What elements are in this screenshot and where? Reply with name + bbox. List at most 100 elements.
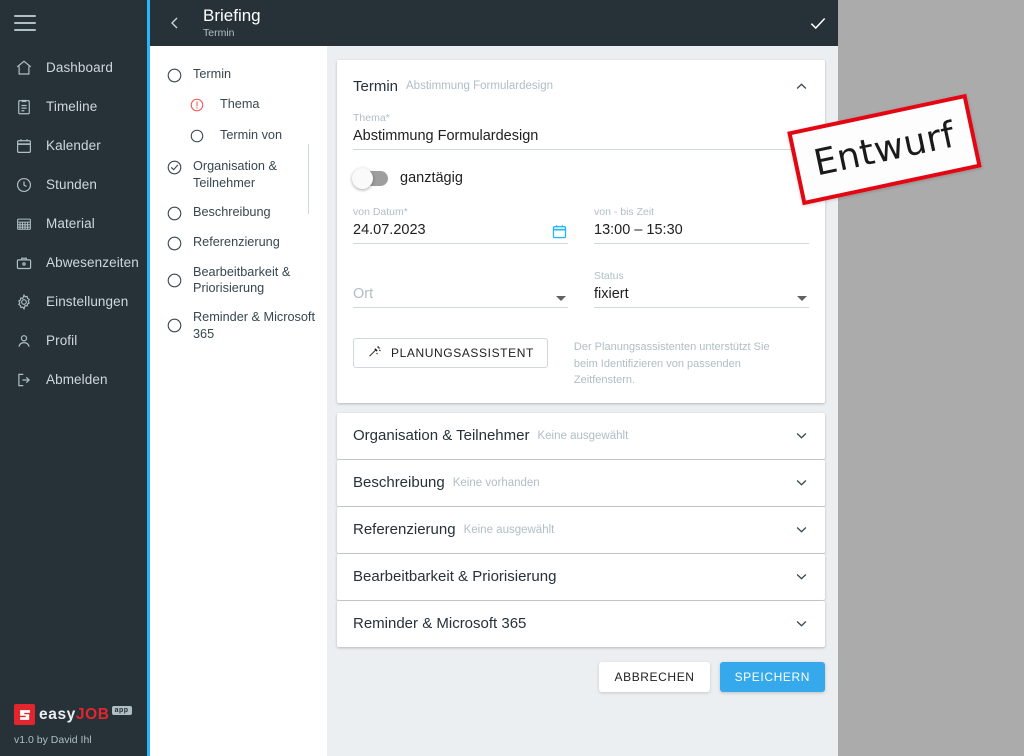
termin-card-title: Termin	[353, 77, 399, 95]
ort-select[interactable]: Ort	[353, 286, 568, 308]
thema-field[interactable]: Thema* Abstimmung Formulardesign	[353, 112, 809, 152]
ganztaegig-toggle[interactable]	[352, 167, 388, 189]
thema-input[interactable]: Abstimmung Formulardesign	[353, 128, 809, 150]
error-circle-icon	[189, 97, 206, 114]
circle-empty-icon	[189, 128, 206, 145]
planungsassistent-help-text: Der Planungsassistenten unterstützt Sie …	[573, 341, 770, 386]
sidebar-item-timeline[interactable]: Timeline	[0, 87, 147, 126]
stepper-item-bearbeitbarkeit[interactable]: Bearbeitbarkeit & Priorisierung	[166, 264, 317, 298]
section-title: Organisation & Teilnehmer	[353, 427, 530, 444]
section-title: Reminder & Microsoft 365	[353, 615, 527, 632]
stepper-item-label: Beschreibung	[193, 204, 271, 219]
stepper-item-referenzierung[interactable]: Referenzierung	[166, 234, 317, 252]
hamburger-icon[interactable]	[14, 15, 36, 31]
status-field[interactable]: Status fixiert	[594, 270, 809, 310]
chevron-up-icon[interactable]	[794, 79, 809, 94]
ort-field[interactable]: Ort	[353, 270, 568, 310]
stepper-item-termin[interactable]: Termin	[166, 66, 317, 84]
von-datum-input[interactable]: 24.07.2023	[353, 222, 568, 244]
stepper-item-label: Thema	[220, 97, 260, 111]
sidebar: Dashboard Timeline Kalender Stunden Mate…	[0, 0, 147, 756]
section-header[interactable]: Referenzierung Keine ausgewählt	[337, 507, 825, 553]
section-reminder[interactable]: Reminder & Microsoft 365	[337, 600, 825, 647]
sidebar-item-profil[interactable]: Profil	[0, 321, 147, 360]
circle-empty-icon	[166, 205, 183, 222]
von-datum-field[interactable]: von Datum* 24.07.2023	[353, 206, 568, 246]
check-icon[interactable]	[808, 13, 828, 33]
stepper-item-organisation[interactable]: Organisation & Teilnehmer	[166, 158, 317, 192]
section-hint: Keine vorhanden	[452, 476, 540, 489]
status-select[interactable]: fixiert	[594, 286, 809, 308]
section-header[interactable]: Reminder & Microsoft 365	[337, 601, 825, 647]
ganztaegig-label: ganztägig	[400, 170, 463, 186]
termin-card-subtitle: Abstimmung Formulardesign	[406, 80, 554, 92]
stepper-item-label: Referenzierung	[193, 234, 280, 249]
termin-card: Termin Abstimmung Formulardesign Thema* …	[337, 60, 825, 403]
section-hint: Keine ausgewählt	[537, 429, 629, 442]
section-header[interactable]: Beschreibung Keine vorhanden	[337, 460, 825, 506]
entwurf-stamp-text: Entwurf	[810, 114, 959, 185]
termin-card-header[interactable]: Termin Abstimmung Formulardesign	[353, 60, 809, 112]
stepper-item-termin-von[interactable]: Termin von	[166, 127, 317, 145]
von-bis-zeit-label: von - bis Zeit	[594, 206, 655, 218]
section-bearbeitbarkeit[interactable]: Bearbeitbarkeit & Priorisierung	[337, 553, 825, 600]
chevron-down-icon[interactable]	[794, 616, 809, 631]
logout-icon	[14, 370, 33, 389]
cancel-button[interactable]: ABBRECHEN	[599, 661, 710, 692]
sidebar-footer: easyJOB app v1.0 by David Ihl	[0, 704, 147, 756]
page-title: Briefing	[203, 5, 261, 25]
chevron-down-icon[interactable]	[794, 522, 809, 537]
sidebar-item-abmelden[interactable]: Abmelden	[0, 360, 147, 399]
chevron-down-icon[interactable]	[794, 428, 809, 443]
chevron-down-icon[interactable]	[797, 296, 807, 301]
sidebar-item-label: Stunden	[46, 177, 97, 192]
logo-easy: easy	[39, 705, 76, 723]
stepper-item-beschreibung[interactable]: Beschreibung	[166, 204, 317, 222]
section-header[interactable]: Organisation & Teilnehmer Keine ausgewäh…	[337, 413, 825, 459]
save-button[interactable]: SPEICHERN	[719, 661, 825, 692]
chevron-left-icon[interactable]	[167, 15, 183, 31]
stepper-item-label: Termin von	[220, 128, 283, 142]
chevron-down-icon[interactable]	[794, 569, 809, 584]
planungsassistent-button[interactable]: PLANUNGSASSISTENT	[353, 338, 548, 368]
ort-status-row: Ort Status fixiert	[353, 270, 809, 310]
app-viewport: Dashboard Timeline Kalender Stunden Mate…	[0, 0, 838, 756]
section-title: Beschreibung	[353, 474, 445, 491]
easyjob-logo-icon	[14, 704, 35, 725]
chevron-down-icon[interactable]	[794, 475, 809, 490]
stepper-item-label: Bearbeitbarkeit & Priorisierung	[193, 264, 291, 296]
ganztaegig-row[interactable]: ganztägig	[352, 167, 809, 189]
home-icon	[14, 58, 33, 77]
topbar-titles: Briefing Termin	[203, 5, 261, 39]
form-actions: ABBRECHEN SPEICHERN	[337, 661, 825, 692]
sidebar-item-stunden[interactable]: Stunden	[0, 165, 147, 204]
circle-empty-icon	[166, 317, 183, 334]
circle-empty-icon	[166, 272, 183, 289]
stepper-item-label: Reminder & Microsoft 365	[193, 310, 315, 341]
sidebar-item-label: Material	[46, 216, 95, 231]
circle-empty-icon	[166, 235, 183, 252]
stepper-item-label: Termin	[193, 67, 232, 81]
section-beschreibung[interactable]: Beschreibung Keine vorhanden	[337, 459, 825, 506]
section-header[interactable]: Bearbeitbarkeit & Priorisierung	[337, 554, 825, 600]
stepper-item-reminder[interactable]: Reminder & Microsoft 365	[166, 309, 317, 343]
chevron-down-icon[interactable]	[556, 296, 566, 301]
sidebar-item-einstellungen[interactable]: Einstellungen	[0, 282, 147, 321]
calendar-picker-icon[interactable]	[551, 223, 568, 240]
sidebar-item-label: Abwesenzeiten	[46, 255, 139, 270]
stepper-item-label: Organisation & Teilnehmer	[193, 159, 277, 190]
section-title: Bearbeitbarkeit & Priorisierung	[353, 568, 557, 585]
stepper-item-thema[interactable]: Thema	[166, 96, 317, 114]
von-bis-zeit-input[interactable]: 13:00 – 15:30	[594, 222, 809, 244]
section-referenzierung[interactable]: Referenzierung Keine ausgewählt	[337, 506, 825, 553]
app-logo-text: easyJOB app	[39, 705, 132, 724]
sidebar-item-dashboard[interactable]: Dashboard	[0, 48, 147, 87]
sidebar-item-abwesenzeiten[interactable]: Abwesenzeiten	[0, 243, 147, 282]
circle-empty-icon	[166, 67, 183, 84]
von-bis-zeit-field[interactable]: von - bis Zeit 13:00 – 15:30	[594, 206, 809, 246]
sidebar-item-kalender[interactable]: Kalender	[0, 126, 147, 165]
sidebar-item-material[interactable]: Material	[0, 204, 147, 243]
logo-job: JOB	[75, 705, 110, 723]
section-organisation[interactable]: Organisation & Teilnehmer Keine ausgewäh…	[337, 412, 825, 459]
datum-zeit-row: von Datum* 24.07.2023 von - bis Zeit 13:…	[353, 206, 809, 246]
